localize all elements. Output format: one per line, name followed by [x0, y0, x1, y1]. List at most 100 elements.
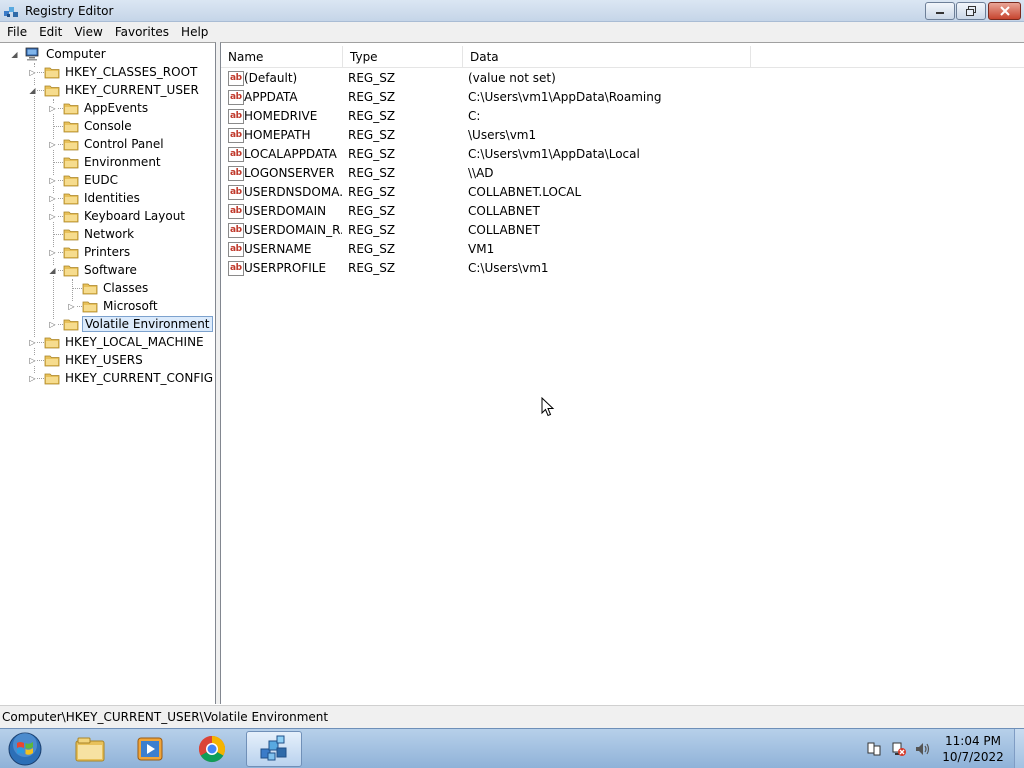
- list-item[interactable]: ab (Default) REG_SZ (value not set): [221, 69, 1024, 88]
- system-clock[interactable]: 11:04 PM 10/7/2022: [936, 733, 1010, 765]
- column-header-name[interactable]: Name: [221, 46, 343, 68]
- tree-node[interactable]: HKEY_LOCAL_MACHINE: [44, 333, 206, 351]
- folder-icon: [63, 103, 79, 115]
- list-item[interactable]: ab USERNAME REG_SZ VM1: [221, 240, 1024, 259]
- media-player-icon: [137, 737, 163, 761]
- string-value-icon: ab: [228, 204, 244, 219]
- minimize-button[interactable]: [925, 2, 955, 20]
- tree-label: HKEY_CURRENT_USER: [65, 83, 199, 97]
- clock-date: 10/7/2022: [942, 750, 1004, 764]
- windows-start-icon[interactable]: [6, 731, 44, 767]
- expand-arrow-icon[interactable]: ▷: [48, 194, 57, 203]
- string-value-icon: ab: [228, 109, 244, 124]
- restore-button[interactable]: [956, 2, 986, 20]
- menu-edit[interactable]: Edit: [33, 22, 68, 42]
- menu-view[interactable]: View: [68, 22, 108, 42]
- tree-label: Volatile Environment: [82, 316, 213, 332]
- expand-arrow-icon[interactable]: ▷: [28, 68, 37, 77]
- tree-node[interactable]: Printers: [63, 243, 132, 261]
- tree-label: EUDC: [84, 173, 118, 187]
- minimize-icon: [936, 12, 944, 14]
- close-icon: [999, 6, 1010, 16]
- expand-arrow-icon[interactable]: ▷: [48, 320, 57, 329]
- folder-icon: [63, 229, 79, 241]
- taskbar-chrome[interactable]: [184, 731, 240, 767]
- expand-arrow-icon[interactable]: ▷: [28, 374, 37, 383]
- folder-icon: [63, 247, 79, 259]
- tree-node-computer[interactable]: ◢ Computer: [10, 45, 108, 63]
- collapse-arrow-icon[interactable]: ◢: [48, 266, 57, 275]
- list-item[interactable]: ab USERDNSDOMA... REG_SZ COLLABNET.LOCAL: [221, 183, 1024, 202]
- menu-file[interactable]: File: [1, 22, 33, 42]
- expand-arrow-icon[interactable]: ▷: [48, 104, 57, 113]
- tree-node[interactable]: Classes: [82, 279, 150, 297]
- expand-arrow-icon[interactable]: ▷: [48, 212, 57, 221]
- list-item[interactable]: ab HOMEPATH REG_SZ \Users\vm1: [221, 126, 1024, 145]
- list-item[interactable]: ab APPDATA REG_SZ C:\Users\vm1\AppData\Roam…: [221, 88, 1024, 107]
- list-item[interactable]: ab LOGONSERVER REG_SZ \\AD: [221, 164, 1024, 183]
- tree-node[interactable]: HKEY_CURRENT_CONFIG: [44, 369, 215, 387]
- tree-node[interactable]: Console: [63, 117, 134, 135]
- tree-node[interactable]: Identities: [63, 189, 142, 207]
- tree-guide-line: [54, 126, 63, 127]
- close-button[interactable]: [988, 2, 1021, 20]
- list-item[interactable]: ab HOMEDRIVE REG_SZ C:: [221, 107, 1024, 126]
- expand-arrow-icon[interactable]: ▷: [48, 176, 57, 185]
- tree-node[interactable]: Microsoft: [82, 297, 160, 315]
- expand-arrow-icon[interactable]: ▷: [67, 302, 76, 311]
- tree-node[interactable]: Keyboard Layout: [63, 207, 187, 225]
- value-data: C:\Users\vm1: [468, 261, 549, 275]
- volume-icon[interactable]: [914, 741, 930, 757]
- tree-label: Console: [84, 119, 132, 133]
- network-disconnected-icon[interactable]: [890, 741, 906, 757]
- value-type: REG_SZ: [348, 71, 396, 85]
- value-type: REG_SZ: [348, 90, 396, 104]
- tree-node[interactable]: AppEvents: [63, 99, 150, 117]
- folder-icon: [44, 337, 60, 349]
- expand-arrow-icon[interactable]: ▷: [28, 338, 37, 347]
- list-item[interactable]: ab USERDOMAIN_R... REG_SZ COLLABNET: [221, 221, 1024, 240]
- tree-node[interactable]: HKEY_CURRENT_USER: [44, 81, 201, 99]
- value-name: USERDOMAIN: [244, 204, 327, 218]
- values-list[interactable]: Name Type Data ab (Default) REG_SZ (value n…: [220, 42, 1024, 704]
- tree-node[interactable]: HKEY_USERS: [44, 351, 145, 369]
- menu-favorites[interactable]: Favorites: [109, 22, 175, 42]
- mouse-cursor-icon: [541, 397, 555, 417]
- tree-node[interactable]: Network: [63, 225, 136, 243]
- collapse-arrow-icon[interactable]: ◢: [10, 50, 19, 59]
- expand-arrow-icon[interactable]: ▷: [48, 248, 57, 257]
- expand-arrow-icon[interactable]: ▷: [48, 140, 57, 149]
- value-data: VM1: [468, 242, 495, 256]
- value-data: COLLABNET: [468, 223, 540, 237]
- tree-node[interactable]: EUDC: [63, 171, 120, 189]
- taskbar-registry-editor[interactable]: [246, 731, 302, 767]
- folder-icon: [63, 265, 79, 277]
- tree-label: Printers: [84, 245, 131, 259]
- registry-tree[interactable]: ◢ Computer ▷ HKEY_CLASSES_ROOT ◢ HKEY_CURRE…: [0, 42, 216, 704]
- list-item[interactable]: ab LOCALAPPDATA REG_SZ C:\Users\vm1\AppData…: [221, 145, 1024, 164]
- taskbar-file-explorer[interactable]: [62, 731, 118, 767]
- action-center-icon[interactable]: [866, 741, 882, 757]
- tree-node[interactable]: Environment: [63, 153, 163, 171]
- taskbar-media-player[interactable]: [122, 731, 178, 767]
- tree-node[interactable]: Software: [63, 261, 139, 279]
- menu-help[interactable]: Help: [175, 22, 214, 42]
- registry-editor-icon: [260, 735, 287, 761]
- list-item[interactable]: ab USERPROFILE REG_SZ C:\Users\vm1: [221, 259, 1024, 278]
- collapse-arrow-icon[interactable]: ◢: [28, 86, 37, 95]
- string-value-icon: ab: [228, 71, 244, 86]
- tree-guide-line: [34, 63, 35, 379]
- column-header-data[interactable]: Data: [463, 46, 751, 68]
- column-header-type[interactable]: Type: [343, 46, 463, 68]
- value-data: COLLABNET: [468, 204, 540, 218]
- list-item[interactable]: ab USERDOMAIN REG_SZ COLLABNET: [221, 202, 1024, 221]
- tree-node[interactable]: Control Panel: [63, 135, 166, 153]
- show-desktop-button[interactable]: [1014, 729, 1024, 768]
- value-data: \\AD: [468, 166, 494, 180]
- tree-node[interactable]: Volatile Environment: [63, 315, 213, 333]
- expand-arrow-icon[interactable]: ▷: [28, 356, 37, 365]
- value-type: REG_SZ: [348, 128, 396, 142]
- value-name: HOMEPATH: [244, 128, 311, 142]
- tree-node[interactable]: HKEY_CLASSES_ROOT: [44, 63, 199, 81]
- tree-label: HKEY_CURRENT_CONFIG: [65, 371, 214, 385]
